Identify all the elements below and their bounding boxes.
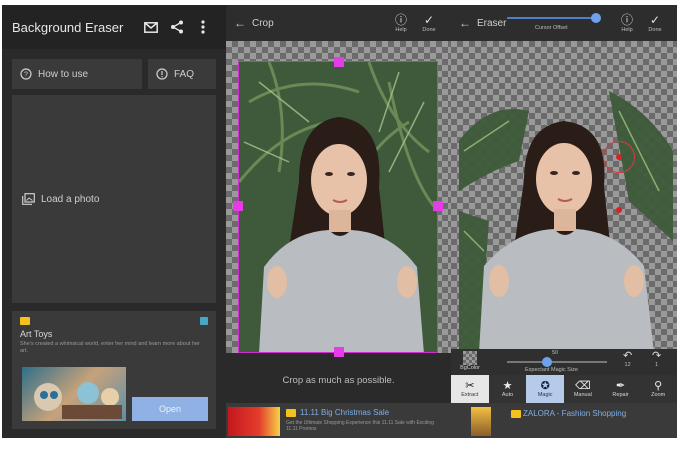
ad-banner[interactable]: ZALORA - Fashion Shopping	[451, 403, 677, 438]
ad-badge	[286, 409, 296, 417]
tool-magic[interactable]: ✪ Magic	[526, 375, 565, 403]
magic-size-bar: BgColor 50 Expectant Magic Size ↶ 12 ↷ 1	[451, 349, 677, 375]
open-button[interactable]: Open	[132, 397, 208, 421]
ad-title: 11.11 Big Christmas Sale	[300, 408, 390, 417]
done-label: Done	[422, 26, 436, 33]
redo-button[interactable]: ↷ 1	[652, 350, 662, 369]
magic-size-value: 50	[552, 350, 559, 356]
ad-title: Art Toys	[20, 329, 53, 339]
ad-badge	[511, 410, 521, 418]
crop-screen: ← Crop ⓘ Help ✓ Done Crop as much as pos…	[226, 5, 451, 438]
cursor-offset-label: Cursor Offset	[535, 25, 568, 31]
magic-size-knob[interactable]	[542, 357, 552, 367]
ad-description: Get the Ultimate Shopping Experience thi…	[286, 420, 434, 432]
ad-image	[471, 407, 491, 436]
more-vert-icon[interactable]	[190, 20, 216, 34]
done-label: Done	[648, 26, 662, 33]
tool-zoom-label: Zoom	[651, 392, 666, 398]
eraser-screen: ← Eraser ⓘ Help ✓ Done Cursor Offset BgC…	[451, 5, 677, 438]
cutout-image	[459, 81, 673, 353]
tool-zoom[interactable]: ⚲ Zoom	[639, 375, 677, 403]
how-to-use-label: How to use	[38, 68, 89, 80]
info-circle-icon	[156, 68, 168, 80]
magic-size-label: Expectant Magic Size	[525, 367, 578, 373]
tool-auto-label: Auto	[501, 392, 514, 398]
crop-toolbar: ← Crop ⓘ Help ✓ Done	[226, 5, 451, 41]
how-to-use-button[interactable]: ? How to use	[12, 59, 142, 89]
bgcolor-label: BgColor	[460, 365, 480, 371]
magic-size-slider[interactable]	[507, 361, 607, 363]
crop-hint: Crop as much as possible.	[282, 375, 395, 386]
check-icon: ✓	[649, 12, 661, 27]
eraser-icon: ⌫	[575, 380, 591, 392]
home-screen: Background Eraser ? How to use FAQ Load …	[2, 5, 226, 438]
photo-library-icon	[22, 193, 35, 205]
star-icon: ★	[502, 380, 513, 392]
ad-image	[22, 367, 126, 421]
redo-count: 1	[655, 362, 659, 368]
tool-extract[interactable]: ✂ Extract	[451, 375, 489, 403]
help-circle-icon: ⓘ	[394, 12, 407, 27]
tool-manual[interactable]: ⌫ Manual	[564, 375, 602, 403]
zoom-icon: ⚲	[654, 380, 663, 392]
faq-button[interactable]: FAQ	[148, 59, 216, 89]
help-label: Help	[621, 26, 633, 33]
help-circle-icon: ⓘ	[620, 12, 633, 27]
ad-description: She's created a whimsical world, enter h…	[20, 341, 200, 354]
cursor-dot[interactable]	[616, 207, 622, 213]
eraser-toolbar: ← Eraser ⓘ Help ✓ Done	[451, 5, 677, 41]
crop-handle-right[interactable]	[433, 201, 443, 211]
back-arrow-icon[interactable]: ←	[459, 16, 471, 30]
help-button[interactable]: ⓘ Help	[387, 12, 415, 33]
undo-button[interactable]: ↶ 12	[623, 350, 633, 369]
crop-handle-top[interactable]	[334, 57, 344, 67]
crop-handle-left[interactable]	[233, 201, 243, 211]
faq-label: FAQ	[174, 68, 195, 80]
scissors-icon: ✂	[465, 380, 475, 392]
tool-repair-label: Repair	[612, 392, 629, 398]
help-circle-icon: ?	[20, 68, 32, 80]
app-bar: Background Eraser	[2, 5, 226, 49]
tool-bar: ✂ Extract ★ Auto ✪ Magic ⌫ Manual ✒ Repa…	[451, 375, 677, 403]
tool-repair[interactable]: ✒ Repair	[602, 375, 640, 403]
tool-manual-label: Manual	[573, 392, 592, 398]
ad-badge	[20, 317, 30, 325]
tool-extract-label: Extract	[461, 392, 479, 398]
done-button[interactable]: ✓ Done	[415, 12, 443, 33]
svg-text:?: ?	[24, 72, 28, 79]
load-photo-button[interactable]: Load a photo	[12, 95, 216, 303]
back-arrow-icon[interactable]: ←	[234, 16, 246, 30]
crop-handle-bottom[interactable]	[334, 347, 344, 357]
check-icon: ✓	[423, 12, 435, 27]
photo-image	[238, 61, 438, 353]
ad-banner[interactable]: Art Toys She's created a whimsical world…	[12, 311, 216, 429]
ad-banner[interactable]: 11.11 Big Christmas Sale Get the Ultimat…	[226, 403, 451, 438]
ad-info-icon[interactable]	[200, 317, 208, 325]
tool-magic-label: Magic	[537, 392, 553, 398]
help-label: Help	[395, 26, 407, 33]
done-button[interactable]: ✓ Done	[641, 12, 669, 33]
mail-icon[interactable]	[138, 21, 164, 33]
cursor-offset-knob[interactable]	[591, 13, 601, 23]
crop-title: Crop	[252, 17, 274, 29]
ad-title: ZALORA - Fashion Shopping	[523, 409, 627, 418]
help-button[interactable]: ⓘ Help	[613, 12, 641, 33]
ad-image	[228, 407, 280, 436]
share-icon[interactable]	[164, 20, 190, 34]
load-photo-label: Load a photo	[41, 193, 100, 205]
target-dot	[616, 154, 622, 160]
brush-icon: ✒	[615, 380, 626, 392]
magic-star-icon: ✪	[540, 380, 550, 392]
bgcolor-button[interactable]: BgColor	[459, 351, 481, 371]
undo-icon: ↶	[623, 350, 633, 362]
app-title: Background Eraser	[12, 19, 124, 35]
crop-canvas[interactable]	[226, 41, 451, 357]
eraser-canvas[interactable]	[451, 41, 677, 353]
undo-count: 12	[624, 362, 631, 368]
tool-auto[interactable]: ★ Auto	[489, 375, 527, 403]
redo-icon: ↷	[652, 350, 662, 362]
cursor-offset-slider[interactable]	[507, 17, 599, 19]
checker-swatch-icon	[463, 351, 477, 365]
